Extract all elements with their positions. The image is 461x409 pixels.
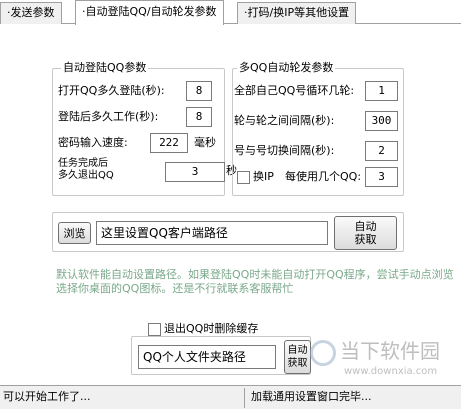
- work-delay-field[interactable]: 8: [186, 107, 212, 127]
- exit-delay-field[interactable]: 3: [165, 162, 225, 182]
- status-right: 加载通用设置窗口完毕...: [251, 390, 372, 403]
- tab-auto-login-params[interactable]: ·自动登陆QQ/自动轮发参数: [75, 0, 224, 25]
- status-left: 可以开始工作了...: [3, 390, 91, 403]
- loop-field[interactable]: 1: [365, 81, 398, 101]
- client-path-field[interactable]: 这里设置QQ客户端路径: [96, 221, 328, 245]
- round-interval-field[interactable]: 300: [365, 111, 398, 131]
- qq-folder-path-field[interactable]: QQ个人文件夹路径: [138, 345, 276, 369]
- switch-interval-field[interactable]: 2: [365, 141, 398, 161]
- client-auto-get-button[interactable]: 自动 获取: [334, 216, 397, 250]
- loop-label: 全部自己QQ号循环几轮:: [234, 84, 355, 97]
- per-ip-label: 每使用几个QQ:: [285, 170, 362, 183]
- tab-send-params[interactable]: ·发送参数: [0, 2, 62, 24]
- switch-interval-label: 号与号切换间隔(秒):: [234, 144, 335, 157]
- pwd-speed-unit: 毫秒: [194, 136, 216, 149]
- delete-cache-label: 退出QQ时删除缓存: [164, 322, 259, 335]
- folder-auto-get-button[interactable]: 自动 获取: [284, 340, 311, 374]
- pwd-speed-field[interactable]: 222: [150, 133, 188, 153]
- auto-login-group: 自动登陆QQ参数 打开QQ多久登陆(秒): 8 登陆后多久工作(秒): 8 密码…: [52, 61, 225, 196]
- change-ip-label: 换IP: [253, 170, 274, 183]
- cache-folder-group: QQ个人文件夹路径 自动 获取: [131, 336, 311, 375]
- change-ip-checkbox[interactable]: [237, 171, 250, 184]
- settings-panel: 自动登陆QQ参数 打开QQ多久登陆(秒): 8 登陆后多久工作(秒): 8 密码…: [0, 24, 461, 385]
- tab-bar: ·发送参数 ·自动登陆QQ/自动轮发参数 ·打码/换IP等其他设置: [0, 0, 461, 25]
- open-delay-field[interactable]: 8: [186, 81, 212, 101]
- multi-qq-group-title: 多QQ自动轮发参数: [237, 61, 336, 75]
- status-bar: 可以开始工作了... 加载通用设置窗口完毕...: [0, 385, 461, 409]
- exit-delay-label: 任务完成后 多久退出QQ: [58, 158, 114, 181]
- open-delay-label: 打开QQ多久登陆(秒):: [58, 84, 165, 97]
- status-divider: [244, 388, 245, 408]
- per-ip-field[interactable]: 3: [365, 167, 398, 187]
- watermark-url: www.downxia.com: [344, 366, 438, 377]
- client-path-group: 浏览 这里设置QQ客户端路径 自动 获取: [52, 212, 404, 252]
- multi-qq-group: 多QQ自动轮发参数 全部自己QQ号循环几轮: 1 轮与轮之间间隔(秒): 300…: [232, 61, 404, 196]
- auto-login-group-title: 自动登陆QQ参数: [61, 61, 149, 75]
- browse-button[interactable]: 浏览: [58, 222, 91, 244]
- watermark-logo-icon: [310, 340, 336, 366]
- path-help-note: 默认软件能自动设置路径。如果登陆QQ时未能自动打开QQ程序，尝试手动点浏览选择你…: [56, 268, 454, 295]
- pwd-speed-label: 密码输入速度:: [58, 136, 128, 149]
- round-interval-label: 轮与轮之间间隔(秒):: [234, 114, 335, 127]
- watermark: 当下软件园 www.downxia.com: [310, 338, 460, 384]
- watermark-brand: 当下软件园: [340, 339, 440, 363]
- delete-cache-checkbox[interactable]: [148, 323, 161, 336]
- tab-other-settings[interactable]: ·打码/换IP等其他设置: [237, 2, 357, 24]
- work-delay-label: 登陆后多久工作(秒):: [58, 110, 159, 123]
